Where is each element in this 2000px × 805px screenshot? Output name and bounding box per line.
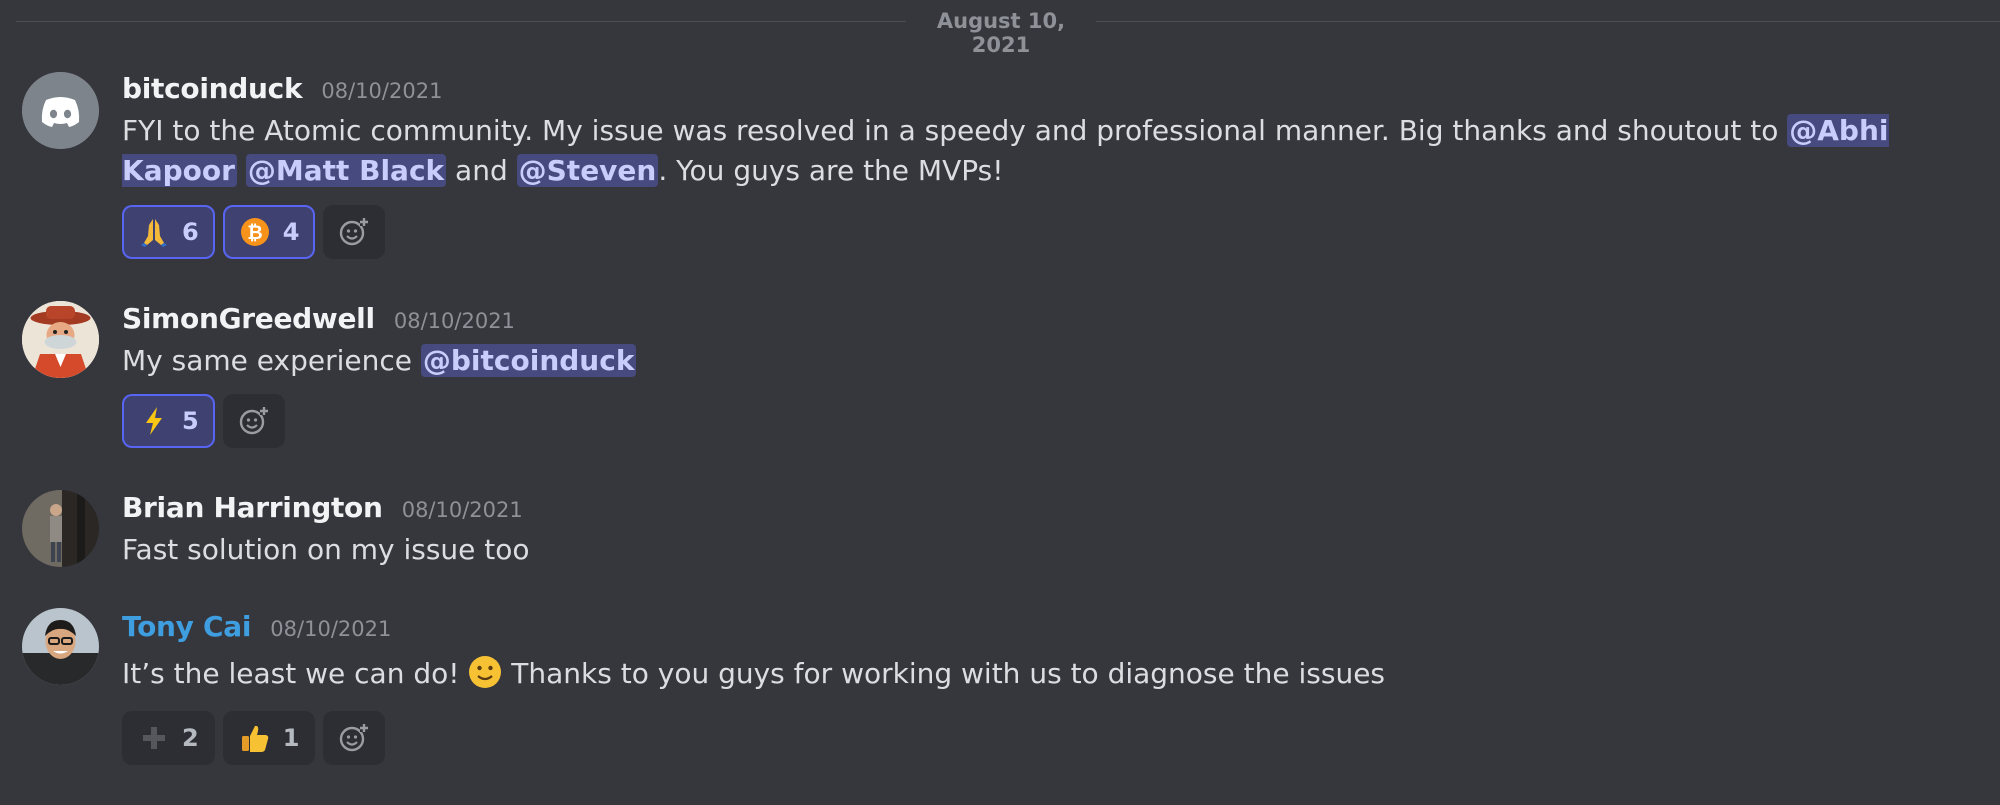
reaction-count: 6 — [182, 218, 199, 246]
add-reaction-button[interactable] — [323, 205, 386, 259]
message-content: Fast solution on my issue too — [122, 530, 1930, 570]
avatar[interactable] — [22, 72, 99, 149]
reaction-count: 4 — [282, 218, 300, 246]
message-text: and — [446, 154, 517, 187]
reaction-thumbs-up[interactable]: 1 — [222, 711, 316, 765]
reaction-count: 2 — [182, 724, 199, 752]
reaction-plus[interactable]: 2 — [122, 711, 215, 765]
svg-text:₿: ₿ — [247, 222, 262, 244]
mention-bitcoinduck[interactable]: @bitcoinduck — [420, 344, 637, 377]
photo-avatar — [22, 608, 99, 685]
timestamp: 08/10/2021 — [401, 498, 523, 522]
message-header: bitcoinduck 08/10/2021 — [122, 72, 442, 105]
reaction-folded-hands[interactable]: 6 — [122, 205, 215, 259]
add-reaction-button[interactable] — [323, 711, 386, 765]
divider-date-label: August 10, 2021 — [936, 9, 1066, 57]
message-text: My same experience — [122, 344, 421, 377]
add-reaction-icon — [340, 724, 369, 752]
avatar[interactable] — [22, 490, 99, 567]
message-header: Brian Harrington 08/10/2021 — [122, 491, 523, 524]
date-divider: August 10, 2021 — [16, 6, 2000, 57]
reactions-bar: 5 — [122, 394, 285, 448]
message-content: My same experience @bitcoinduck — [122, 341, 1930, 381]
mention-matt-black[interactable]: @Matt Black — [245, 154, 447, 187]
photo-avatar — [22, 490, 99, 567]
avatar[interactable] — [22, 301, 99, 378]
reaction-count: 5 — [182, 407, 199, 435]
reaction-count: 1 — [282, 724, 300, 752]
username[interactable]: Tony Cai — [122, 610, 252, 643]
avatar[interactable] — [22, 608, 99, 685]
message-text: Fast solution on my issue too — [122, 533, 530, 566]
message-content: FYI to the Atomic community. My issue wa… — [122, 111, 1930, 191]
high-voltage-icon — [138, 405, 170, 437]
reaction-bitcoin[interactable]: ₿ 4 — [222, 205, 316, 259]
message-text — [237, 154, 246, 187]
add-reaction-icon — [239, 407, 268, 435]
message-text: Thanks to you guys for working with us t… — [502, 657, 1386, 690]
divider-line-right — [1096, 21, 2000, 22]
username[interactable]: SimonGreedwell — [122, 302, 375, 335]
message-header: SimonGreedwell 08/10/2021 — [122, 302, 515, 335]
chat-messages: August 10, 2021 bitcoinduck 08/10/2021 F… — [0, 0, 2000, 805]
bitcoin-icon: ₿ — [239, 216, 271, 248]
add-reaction-button[interactable] — [222, 394, 285, 448]
message-text: FYI to the Atomic community. My issue wa… — [122, 114, 1788, 147]
cartoon-cowboy-avatar — [22, 301, 99, 378]
message-text: It’s the least we can do! — [122, 657, 469, 690]
discord-logo-icon — [22, 72, 99, 149]
message-content: It’s the least we can do! Thanks to you … — [122, 654, 1930, 694]
username[interactable]: Brian Harrington — [122, 491, 383, 524]
reaction-high-voltage[interactable]: 5 — [122, 394, 215, 448]
slightly-smiling-face-icon — [468, 655, 502, 689]
message-header: Tony Cai 08/10/2021 — [122, 610, 391, 643]
message-text: . You guys are the MVPs! — [658, 154, 1004, 187]
thumbs-up-icon — [239, 722, 271, 754]
username[interactable]: bitcoinduck — [122, 72, 303, 105]
reactions-bar: 6 ₿ 4 — [122, 205, 386, 259]
divider-line-left — [16, 21, 906, 22]
timestamp: 08/10/2021 — [393, 309, 515, 333]
reactions-bar: 2 1 — [122, 711, 386, 765]
timestamp: 08/10/2021 — [270, 617, 392, 641]
plus-icon — [138, 722, 170, 754]
add-reaction-icon — [340, 218, 369, 246]
timestamp: 08/10/2021 — [321, 79, 443, 103]
mention-steven[interactable]: @Steven — [516, 154, 659, 187]
folded-hands-icon — [138, 216, 170, 248]
